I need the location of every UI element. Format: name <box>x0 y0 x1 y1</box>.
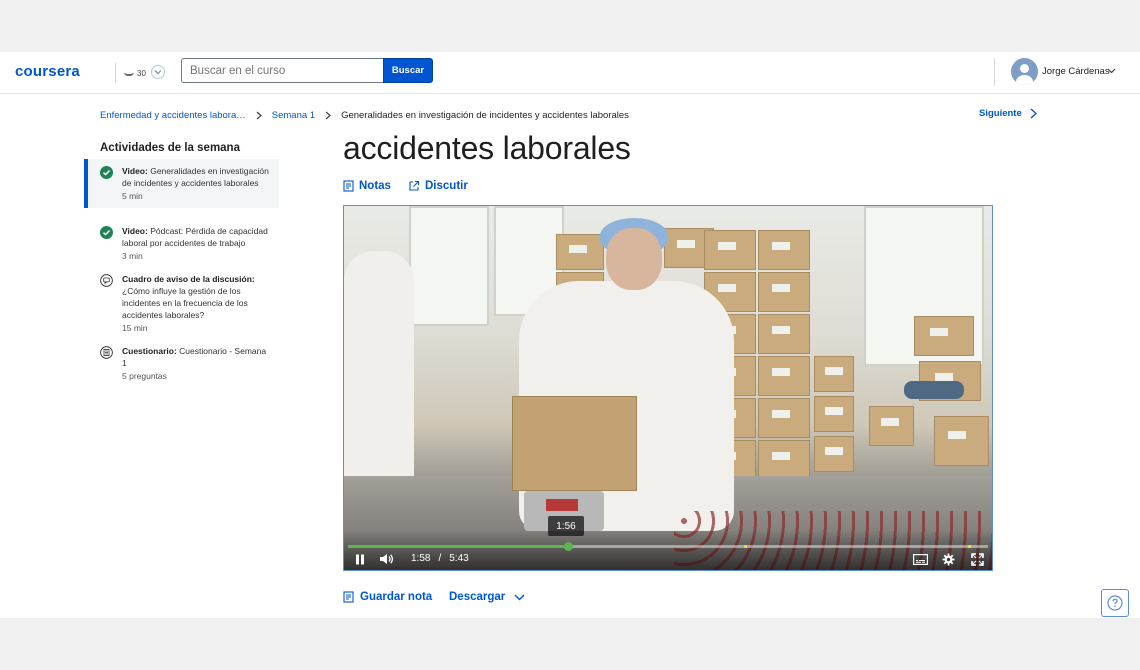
chapter-marker <box>744 545 747 548</box>
chevron-right-icon <box>325 111 331 120</box>
captions-icon[interactable] <box>912 553 928 565</box>
quiz-icon <box>100 346 113 359</box>
coursera-logo[interactable]: coursera <box>15 63 80 80</box>
search-button[interactable]: Buscar <box>383 58 433 83</box>
notes-label: Notas <box>359 180 391 192</box>
breadcrumb-current: Generalidades en investigación de incide… <box>341 109 629 121</box>
sidebar-item-video-podcast[interactable]: Video: Pódcast: Pérdida de capacidad lab… <box>84 219 279 268</box>
page-title: accidentes laborales <box>343 130 631 166</box>
download-label: Descargar <box>449 591 506 603</box>
top-header: coursera 30 Buscar Jorge Cárdenas <box>0 52 1140 94</box>
notes-icon <box>343 180 354 192</box>
settings-gear-icon[interactable] <box>941 553 955 565</box>
user-name[interactable]: Jorge Cárdenas <box>1042 66 1110 77</box>
breadcrumb-week-link[interactable]: Semana 1 <box>272 110 315 121</box>
chevron-right-icon <box>1030 108 1037 119</box>
video-frame <box>344 206 992 570</box>
course-search-input[interactable] <box>181 58 384 83</box>
page: coursera 30 Buscar Jorge Cárdenas Enferm… <box>0 52 1140 618</box>
partner-badge-text: 30 <box>137 68 146 78</box>
partner-mark-icon <box>124 70 134 76</box>
user-menu-chevron-icon[interactable] <box>1107 68 1116 74</box>
total-duration: 5:43 <box>449 553 469 564</box>
seek-tooltip: 1:56 <box>548 516 584 536</box>
partner-menu-chevron-icon[interactable] <box>151 65 165 79</box>
chevron-right-icon <box>256 111 262 120</box>
note-icon <box>343 591 354 603</box>
activity-type: Video: <box>122 166 148 176</box>
activity-duration: 15 min <box>122 323 148 333</box>
current-time: 1:58 <box>411 553 431 564</box>
partner-logo[interactable]: 30 <box>115 63 146 83</box>
discussion-icon <box>100 274 113 287</box>
discuss-label: Discutir <box>425 180 468 192</box>
breadcrumb: Enfermedad y accidentes labora… Semana 1… <box>100 108 629 122</box>
breadcrumb-course-link[interactable]: Enfermedad y accidentes labora… <box>100 110 246 121</box>
discuss-button[interactable]: Discutir <box>408 180 468 192</box>
save-note-button[interactable]: Guardar nota <box>343 591 432 603</box>
volume-icon[interactable] <box>378 553 394 565</box>
video-progress-fill <box>348 545 569 548</box>
activity-duration: 3 min <box>122 251 143 261</box>
sidebar-item-video-generalidades[interactable]: Video: Generalidades en investigación de… <box>84 159 279 208</box>
time-separator: / <box>438 553 442 564</box>
pause-icon[interactable] <box>354 553 366 565</box>
download-dropdown[interactable]: Descargar <box>449 591 525 603</box>
header-divider <box>994 58 995 86</box>
help-button[interactable] <box>1101 589 1129 617</box>
video-time-display: 1:58 / 5:43 <box>411 553 469 564</box>
chevron-down-icon <box>514 594 525 600</box>
video-player[interactable]: 1:56 1:58 / 5:43 <box>343 205 993 571</box>
external-link-icon <box>409 180 420 191</box>
fullscreen-icon[interactable] <box>970 552 984 566</box>
save-note-label: Guardar nota <box>360 591 433 603</box>
activity-type: Cuadro de aviso de la discusión: <box>122 274 255 284</box>
video-controls <box>344 530 992 570</box>
activity-duration: 5 preguntas <box>122 371 167 381</box>
video-progress-bar[interactable] <box>348 542 988 551</box>
sidebar-item-discussion[interactable]: Cuadro de aviso de la discusión: ¿Cómo i… <box>84 267 279 340</box>
check-circle-icon <box>100 166 113 179</box>
user-avatar-icon[interactable] <box>1011 58 1038 85</box>
chapter-marker <box>968 545 971 548</box>
notes-button[interactable]: Notas <box>343 180 391 192</box>
next-item-link[interactable]: Siguiente <box>979 108 1037 119</box>
sidebar-item-quiz[interactable]: Cuestionario: Cuestionario - Semana 1 5 … <box>84 339 279 388</box>
activity-type: Cuestionario: <box>122 346 177 356</box>
activity-type: Video: <box>122 226 148 236</box>
next-label: Siguiente <box>979 108 1022 119</box>
help-question-icon <box>1107 595 1123 611</box>
sidebar-title: Actividades de la semana <box>100 142 240 154</box>
check-circle-icon <box>100 226 113 239</box>
activity-duration: 5 min <box>122 191 143 201</box>
activity-name: ¿Cómo influye la gestión de los incident… <box>122 286 248 320</box>
